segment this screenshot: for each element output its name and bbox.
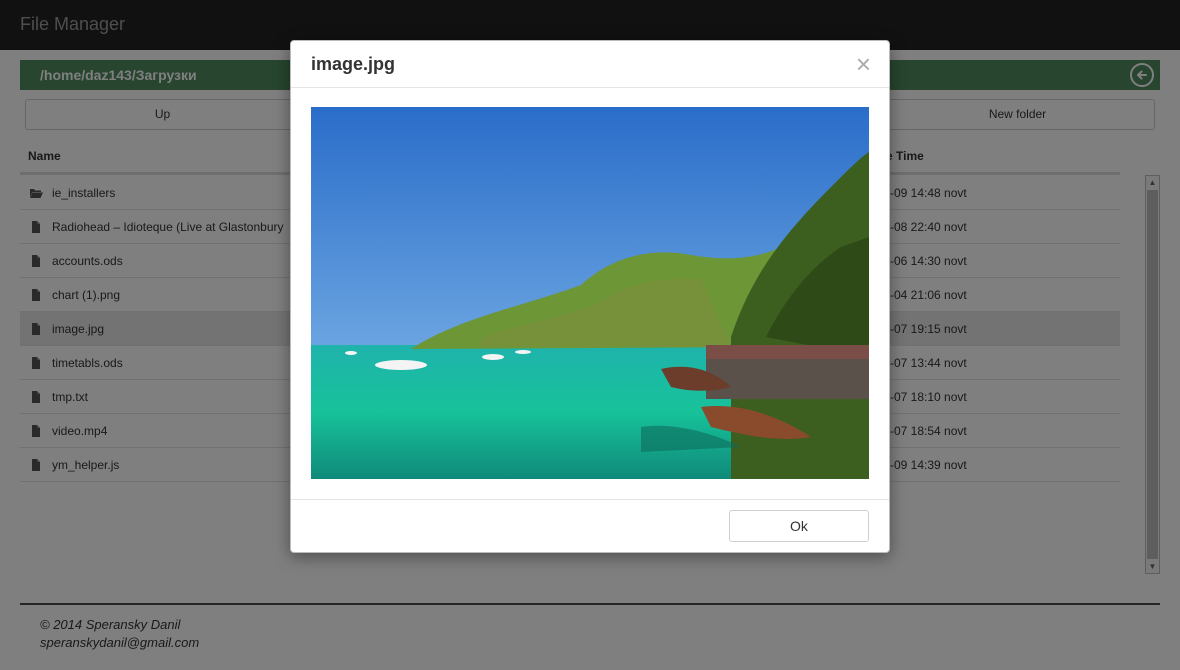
- dialog-header-divider: [291, 87, 889, 88]
- ok-button[interactable]: Ok: [729, 510, 869, 542]
- close-icon[interactable]: ×: [856, 51, 871, 77]
- dialog-title: image.jpg: [311, 54, 396, 74]
- dialog-footer-divider: [291, 499, 889, 500]
- image-preview: [311, 107, 869, 479]
- image-preview-dialog: image.jpg × Ok: [290, 40, 890, 553]
